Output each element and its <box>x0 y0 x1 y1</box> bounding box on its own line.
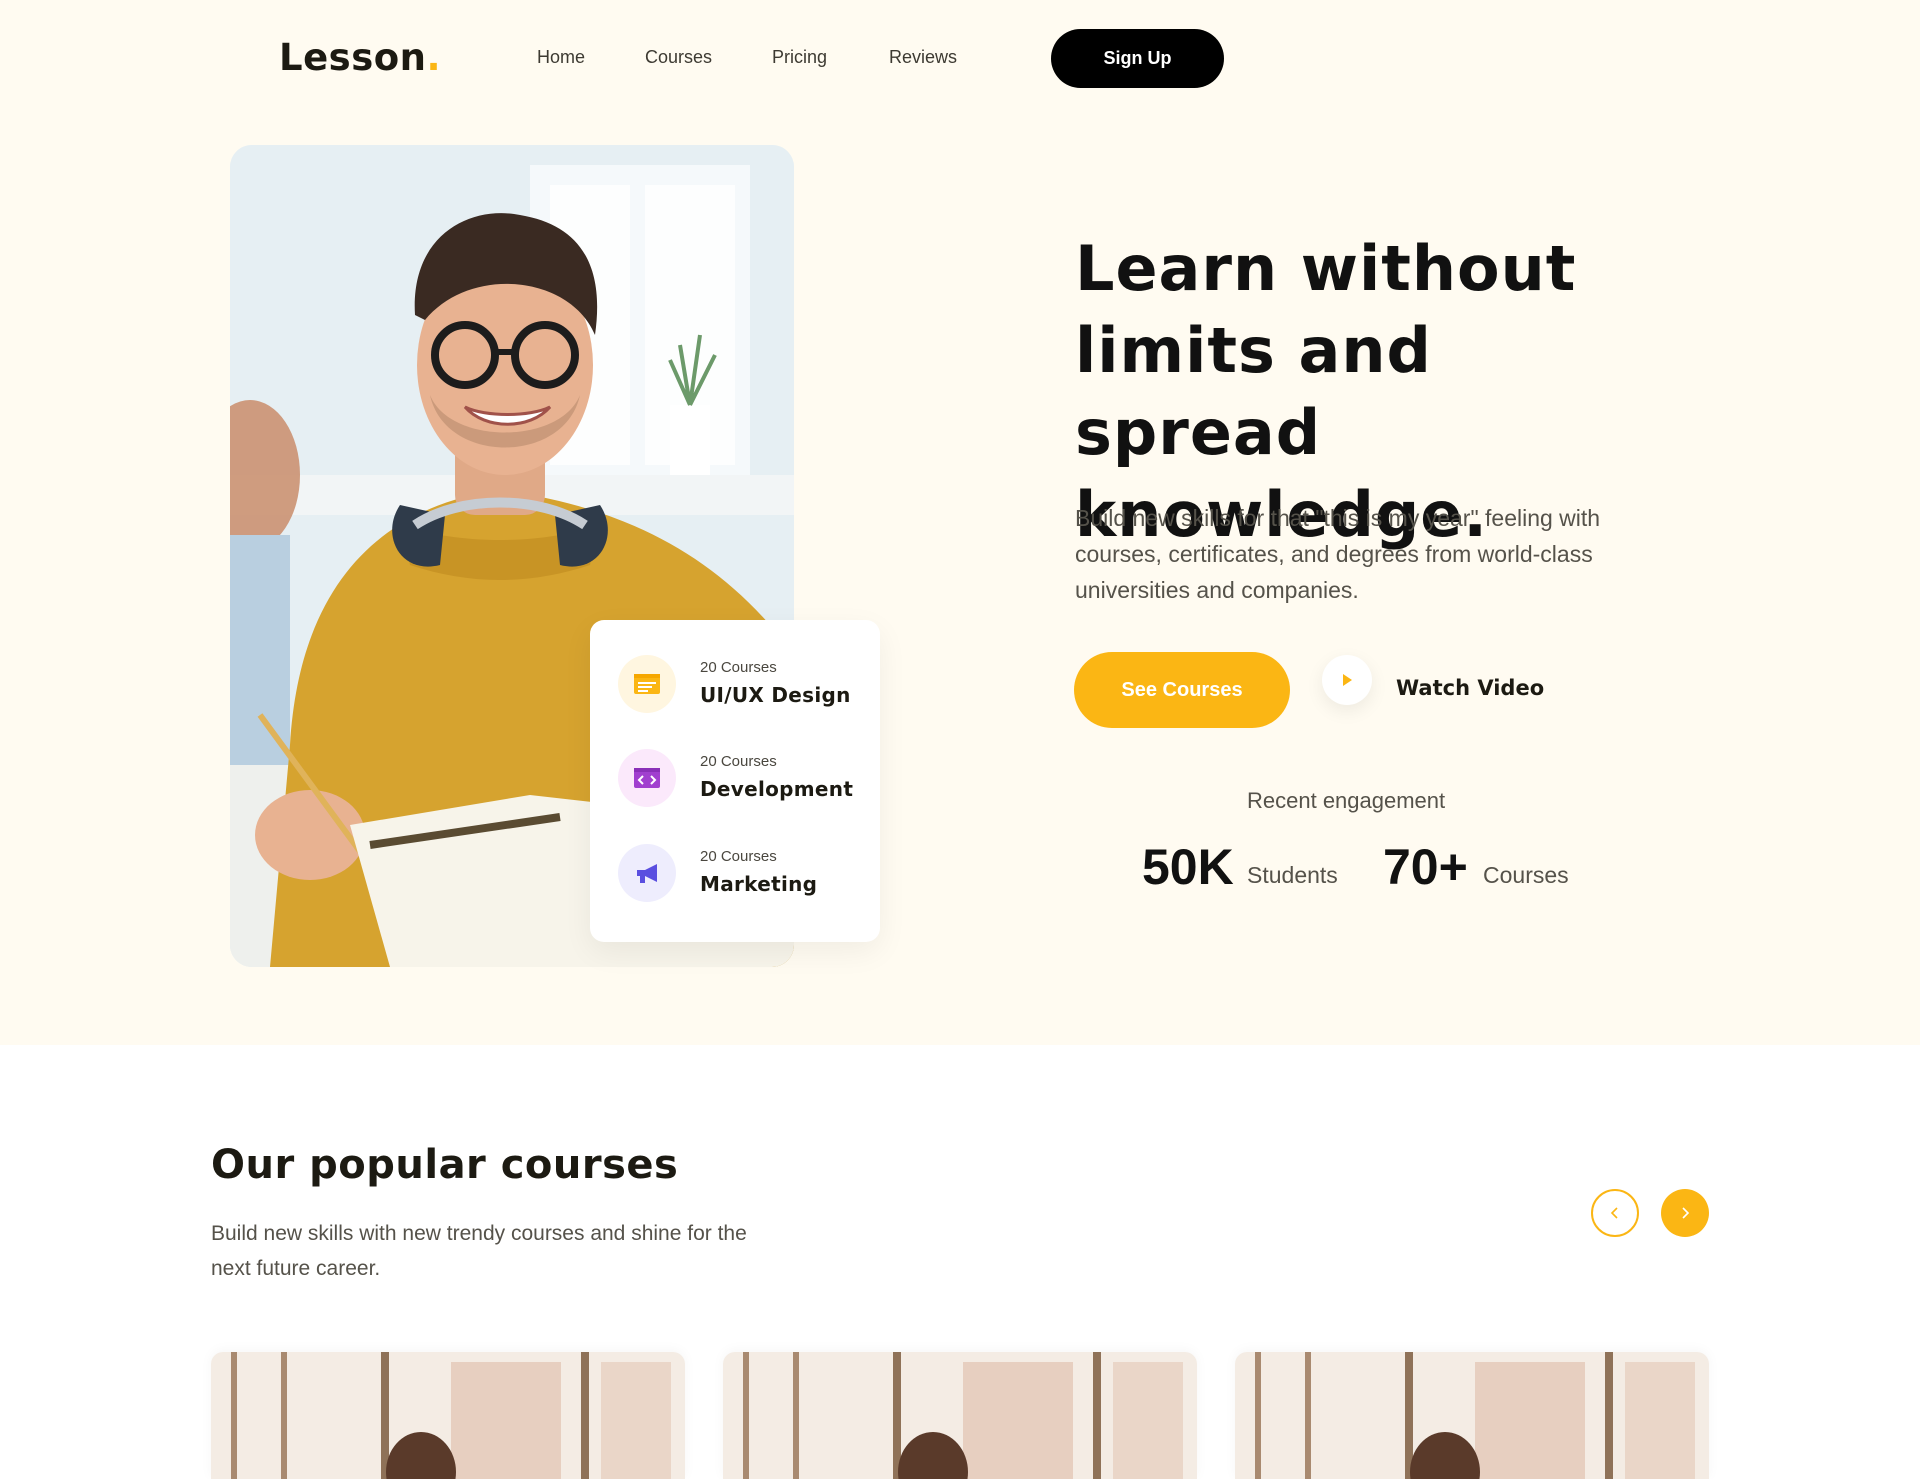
hero-subtext: Build new skills for that "this is my ye… <box>1075 505 1601 603</box>
sign-up-button[interactable]: Sign Up <box>1051 29 1224 88</box>
chevron-left-icon[interactable] <box>1591 1189 1639 1237</box>
nav-courses[interactable]: Courses <box>645 47 712 68</box>
stat-courses-label: Courses <box>1483 862 1569 888</box>
course-card[interactable] <box>1235 1352 1709 1479</box>
category-count: 20 Courses <box>700 753 777 770</box>
ui-ux-icon <box>618 655 676 713</box>
chevron-right-icon[interactable] <box>1661 1189 1709 1237</box>
category-count: 20 Courses <box>700 848 777 865</box>
nav-pricing[interactable]: Pricing <box>772 47 827 68</box>
play-icon[interactable] <box>1322 655 1372 705</box>
category-name: Development <box>700 777 854 801</box>
category-name: Marketing <box>700 872 818 896</box>
category-card: 20 Courses UI/UX Design 20 Courses Devel… <box>590 620 880 942</box>
engagement-label: Recent engagement <box>1247 788 1446 813</box>
see-courses-button[interactable]: See Courses <box>1074 652 1290 728</box>
stat-students-value: 50K <box>1142 839 1234 895</box>
nav-reviews[interactable]: Reviews <box>889 47 957 68</box>
logo[interactable]: Lesson. <box>279 36 441 79</box>
popular-courses-title: Our popular courses <box>211 1142 679 1188</box>
category-count: 20 Courses <box>700 659 777 676</box>
megaphone-icon <box>618 844 676 902</box>
stat-students-label: Students <box>1247 862 1338 888</box>
category-item-marketing[interactable]: 20 Courses Marketing <box>618 844 868 904</box>
code-window-icon <box>618 749 676 807</box>
course-card[interactable] <box>211 1352 685 1479</box>
course-card[interactable] <box>723 1352 1197 1479</box>
category-item-ui-ux[interactable]: 20 Courses UI/UX Design <box>618 655 868 715</box>
category-name: UI/UX Design <box>700 683 851 707</box>
stat-courses-value: 70+ <box>1383 839 1468 895</box>
watch-video-link[interactable]: Watch Video <box>1396 676 1544 700</box>
nav-home[interactable]: Home <box>537 47 585 68</box>
popular-courses-subtitle: Build new skills with new trendy courses… <box>211 1222 747 1280</box>
category-item-development[interactable]: 20 Courses Development <box>618 749 868 809</box>
